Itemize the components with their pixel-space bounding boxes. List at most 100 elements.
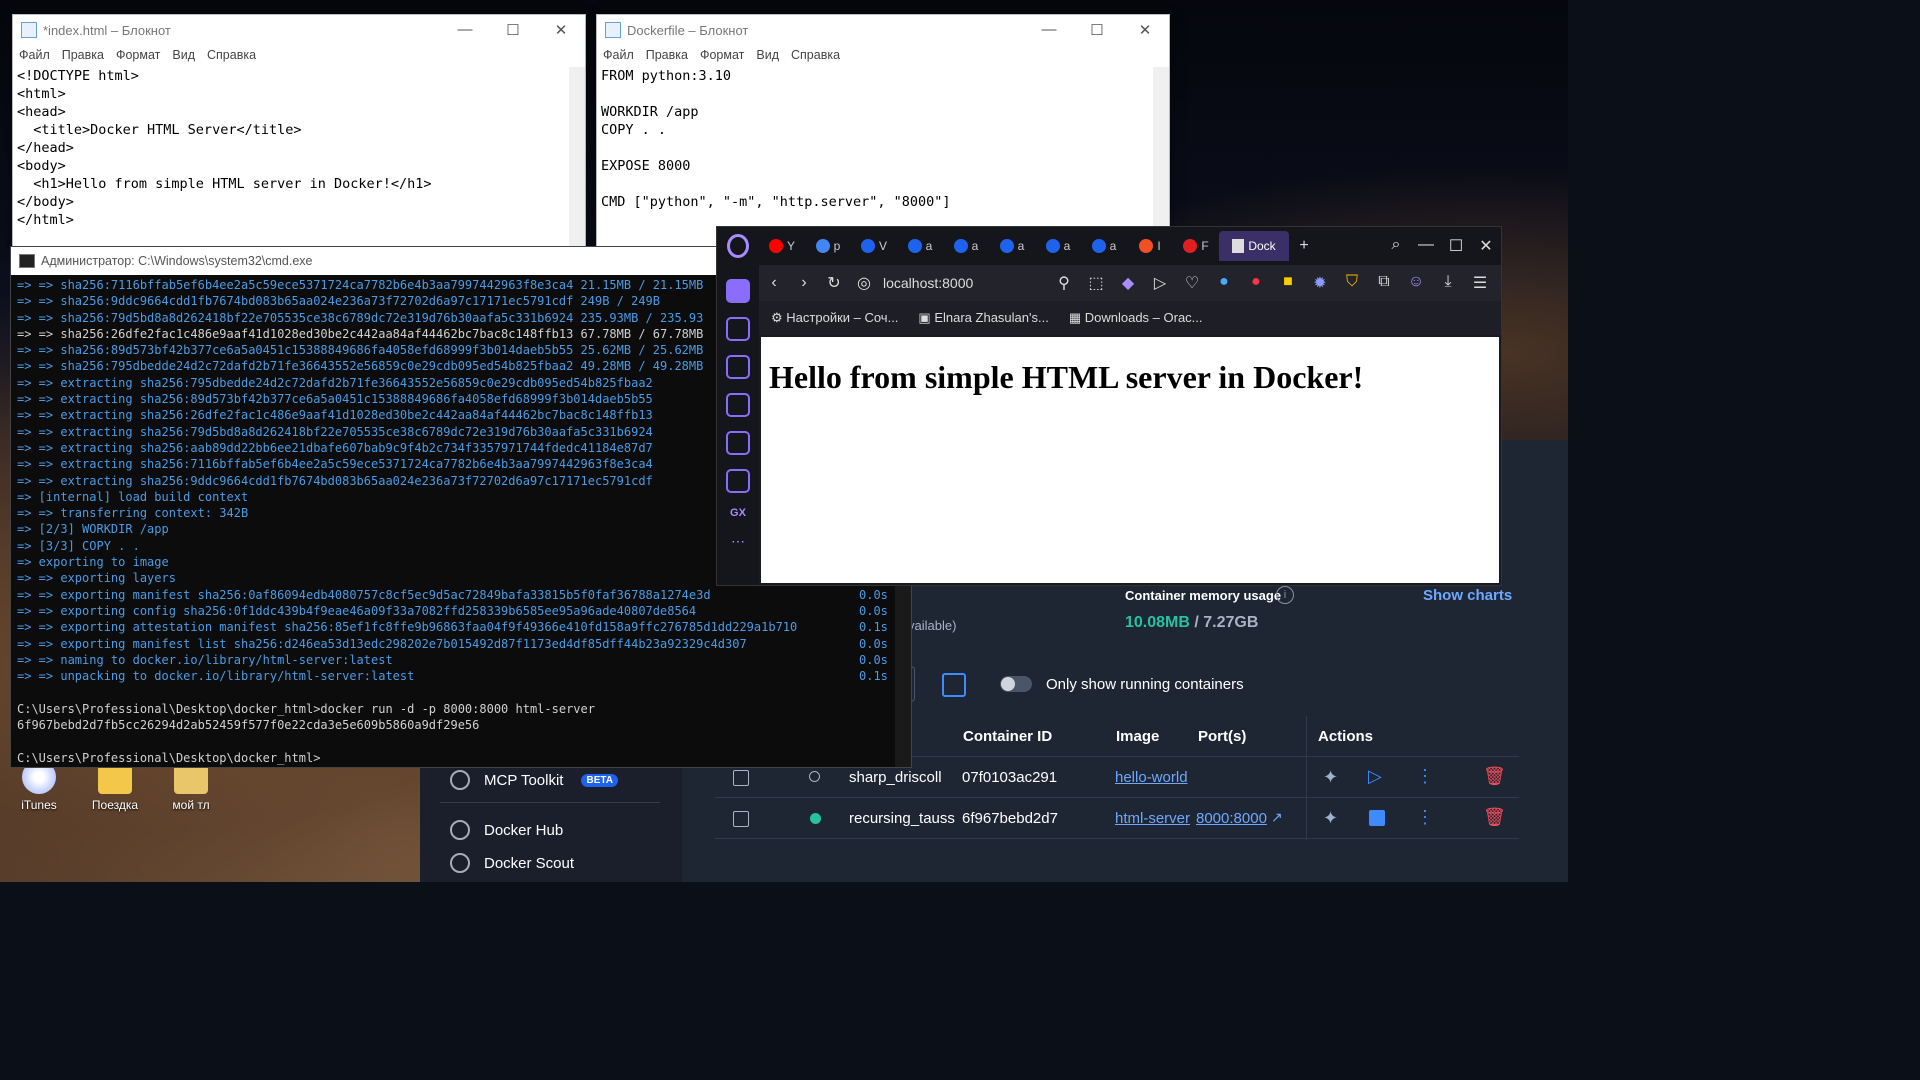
menu-view[interactable]: Вид: [756, 48, 779, 62]
browser-tab[interactable]: p: [805, 231, 851, 261]
row-checkbox[interactable]: [733, 811, 749, 827]
maximize-button[interactable]: ☐: [1441, 236, 1471, 256]
opera-logo-icon[interactable]: [717, 234, 759, 258]
ai-actions-icon[interactable]: ✦: [1323, 767, 1338, 788]
text-editor[interactable]: FROM python:3.10 WORKDIR /app COPY . . EXPO…: [597, 65, 1169, 213]
browser-tab[interactable]: a: [989, 231, 1035, 261]
maximize-button[interactable]: ☐: [1073, 21, 1121, 39]
browser-tab[interactable]: a: [897, 231, 943, 261]
window-titlebar[interactable]: *index.html – Блокнот — ☐ ✕: [13, 15, 585, 45]
columns-icon[interactable]: [942, 673, 966, 697]
close-button[interactable]: ✕: [1471, 236, 1501, 256]
heart-icon[interactable]: ♡: [1177, 273, 1207, 293]
menu-format[interactable]: Формат: [116, 48, 160, 62]
delete-icon[interactable]: 🗑: [1483, 807, 1506, 828]
bookmark-item[interactable]: ⚙ Настройки – Соч...: [771, 310, 898, 326]
notepad-index-window[interactable]: *index.html – Блокнот — ☐ ✕ Файл Правка …: [12, 14, 586, 248]
more-icon[interactable]: ⋯: [717, 533, 759, 550]
memory-usage-value: 10.08MB / 7.27GB: [1125, 614, 1258, 632]
browser-tab[interactable]: Y: [759, 231, 805, 261]
ai-actions-icon[interactable]: ✦: [1323, 808, 1338, 829]
more-menu-icon[interactable]: ⋮: [1416, 807, 1434, 828]
menu-help[interactable]: Справка: [207, 48, 256, 62]
minimize-button[interactable]: —: [1411, 236, 1441, 256]
sidebar-item-mcp-toolkit[interactable]: MCP Toolkit BETA: [450, 770, 618, 790]
notepad-dockerfile-window[interactable]: Dockerfile – Блокнот — ☐ ✕ Файл Правка Ф…: [596, 14, 1170, 248]
wallet-icon[interactable]: [726, 317, 750, 341]
external-link-icon[interactable]: ↗: [1271, 809, 1283, 826]
maximize-button[interactable]: ☐: [489, 21, 537, 39]
browser-window[interactable]: Yp Va a a a a I F Dock + ⌕ — ☐ ✕ GX ⋯ ‹ › ↻ ◎ l…: [716, 226, 1502, 586]
tab-favicon-icon: [953, 239, 968, 253]
extension-icon[interactable]: ●: [1209, 273, 1239, 293]
minimize-button[interactable]: —: [1025, 21, 1073, 39]
terminal-line-time: 0.0s: [859, 652, 888, 667]
only-running-toggle[interactable]: [1000, 676, 1032, 692]
more-menu-icon[interactable]: ⋮: [1416, 766, 1434, 787]
shield-icon[interactable]: ⛉: [1337, 273, 1367, 293]
row-checkbox[interactable]: [733, 770, 749, 786]
browser-tab[interactable]: V: [851, 231, 897, 261]
menu-edit[interactable]: Правка: [62, 48, 104, 62]
url-field[interactable]: localhost:8000: [883, 275, 973, 291]
music-icon[interactable]: [726, 355, 750, 379]
browser-tab[interactable]: F: [1173, 231, 1219, 261]
site-info-icon[interactable]: ◎: [849, 273, 879, 293]
browser-tab[interactable]: a: [943, 231, 989, 261]
gaming-icon[interactable]: [726, 393, 750, 417]
ai-icon[interactable]: [726, 279, 750, 303]
text-editor[interactable]: <!DOCTYPE html> <html> <head> <title>Docke…: [13, 65, 585, 231]
minimize-button[interactable]: —: [441, 21, 489, 39]
forward-icon[interactable]: ›: [789, 274, 819, 292]
container-name[interactable]: sharp_driscoll: [849, 769, 942, 786]
browser-tab[interactable]: a: [1081, 231, 1127, 261]
menu-help[interactable]: Справка: [791, 48, 840, 62]
pin-icon[interactable]: ⚲: [1049, 273, 1079, 293]
row-divider: [715, 797, 1519, 798]
download-icon[interactable]: ⤓: [1433, 273, 1463, 293]
bookmark-item[interactable]: ▣ Elnara Zhasulan's...: [918, 310, 1048, 326]
bookmark-item[interactable]: ▦ Downloads – Orac...: [1069, 310, 1203, 326]
container-image-link[interactable]: hello-world: [1115, 769, 1188, 786]
vertical-scrollbar[interactable]: [1153, 67, 1169, 247]
menu-icon[interactable]: ☰: [1465, 273, 1495, 293]
delete-icon[interactable]: 🗑: [1483, 766, 1506, 787]
extensions-icon[interactable]: ⧉: [1369, 273, 1399, 293]
search-icon[interactable]: ⌕: [1381, 236, 1411, 256]
close-button[interactable]: ✕: [537, 21, 585, 39]
new-tab-button[interactable]: +: [1289, 237, 1319, 255]
container-image-link[interactable]: html-server: [1115, 810, 1190, 827]
sidebar-item-docker-scout[interactable]: Docker Scout: [450, 853, 574, 873]
menu-format[interactable]: Формат: [700, 48, 744, 62]
reload-icon[interactable]: ↻: [819, 273, 849, 293]
browser-tab[interactable]: a: [1035, 231, 1081, 261]
menu-file[interactable]: Файл: [19, 48, 50, 62]
menu-file[interactable]: Файл: [603, 48, 634, 62]
youtube-ext-icon[interactable]: ●: [1241, 273, 1271, 293]
show-charts-link[interactable]: Show charts: [1423, 587, 1512, 604]
vpn-icon[interactable]: ◆: [1113, 273, 1143, 293]
play-icon[interactable]: ▷: [1145, 273, 1175, 293]
terminal-line: C:\Users\Professional\Desktop\docker_htm…: [17, 750, 905, 766]
menu-view[interactable]: Вид: [172, 48, 195, 62]
menu-edit[interactable]: Правка: [646, 48, 688, 62]
profile-icon[interactable]: ☺: [1401, 273, 1431, 293]
speed-icon[interactable]: [726, 431, 750, 455]
container-port-link[interactable]: 8000:8000: [1196, 810, 1267, 827]
tab-active[interactable]: Dock: [1219, 231, 1289, 261]
play-icon[interactable]: ▷: [1368, 766, 1382, 787]
gx-label[interactable]: GX: [717, 507, 759, 519]
info-icon[interactable]: i: [1276, 586, 1294, 604]
bot-icon[interactable]: [726, 469, 750, 493]
window-titlebar[interactable]: Dockerfile – Блокнот — ☐ ✕: [597, 15, 1169, 45]
back-icon[interactable]: ‹: [759, 274, 789, 292]
snapshot-icon[interactable]: ⬚: [1081, 273, 1111, 293]
gear-ext-icon[interactable]: ✹: [1305, 273, 1335, 293]
vertical-scrollbar[interactable]: [569, 67, 585, 247]
w-ext-icon[interactable]: ■: [1273, 273, 1303, 293]
browser-tab[interactable]: I: [1127, 231, 1173, 261]
container-name[interactable]: recursing_tauss: [849, 810, 955, 827]
close-button[interactable]: ✕: [1121, 21, 1169, 39]
stop-icon[interactable]: [1369, 810, 1385, 826]
sidebar-item-docker-hub[interactable]: Docker Hub: [450, 820, 563, 840]
